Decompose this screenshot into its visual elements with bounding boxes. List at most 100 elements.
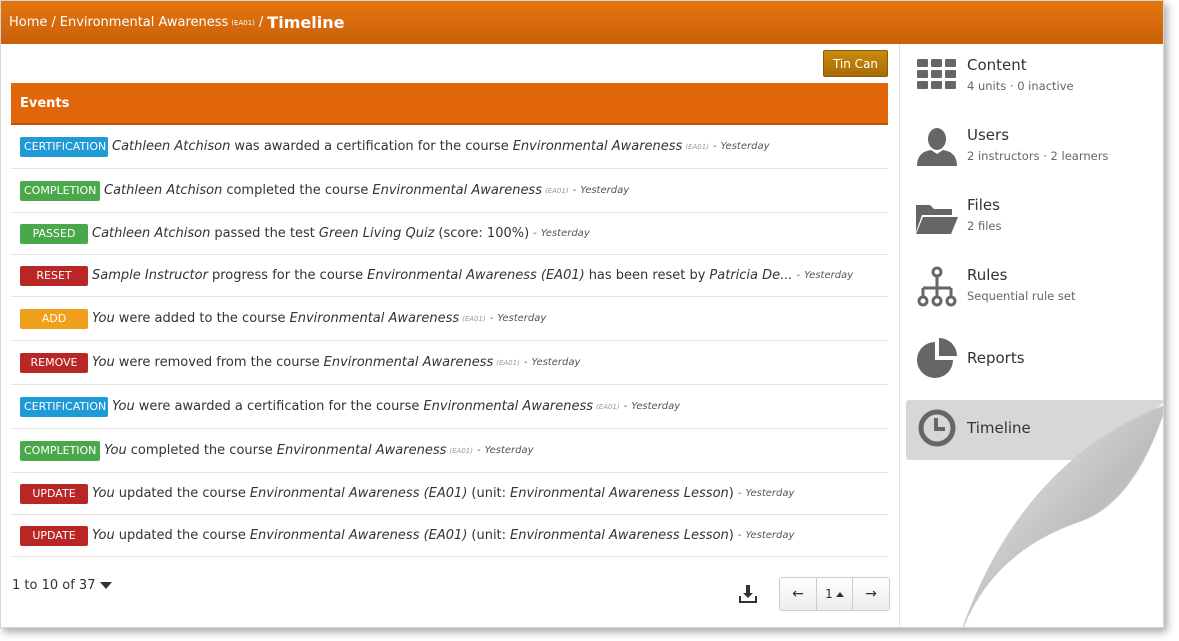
event-badge-update: UPDATE xyxy=(20,483,88,504)
breadcrumb-separator: / xyxy=(258,15,264,30)
event-actor[interactable]: You xyxy=(92,486,115,501)
event-badge-remove: REMOVE xyxy=(20,352,88,373)
sidebar-item-title: Rules xyxy=(967,266,1008,284)
grid-icon xyxy=(917,59,956,89)
event-object[interactable]: Environmental Awareness xyxy=(513,139,683,154)
tincan-button[interactable]: Tin Can xyxy=(823,50,888,77)
sidebar-item-title: Files xyxy=(967,196,1000,214)
sidebar-item-timeline[interactable]: Timeline xyxy=(915,406,1163,466)
event-text: was awarded a certification for the cour… xyxy=(234,139,509,154)
event-object[interactable]: Environmental Awareness (EA01) xyxy=(250,528,468,543)
event-actor[interactable]: You xyxy=(112,399,135,414)
event-text: progress for the course xyxy=(211,268,364,283)
event-code: (EA01) xyxy=(449,446,473,455)
event-unit[interactable]: Environmental Awareness Lesson xyxy=(510,486,729,501)
event-timestamp: Yesterday xyxy=(531,357,581,368)
event-timestamp: Yesterday xyxy=(745,530,795,541)
event-badge-certification: CERTIFICATION xyxy=(20,136,108,157)
event-actor[interactable]: You xyxy=(104,443,127,458)
sidebar-item-subtitle: 4 units · 0 inactive xyxy=(967,79,1074,93)
event-badge-reset: RESET xyxy=(20,265,88,286)
breadcrumb: Home / Environmental Awareness (EA01) / … xyxy=(1,1,1163,44)
event-badge-passed: PASSED xyxy=(20,223,88,244)
event-dash: - xyxy=(623,401,628,412)
sidebar: Content 4 units · 0 inactive Users 2 ins… xyxy=(899,44,1163,627)
event-unit[interactable]: Environmental Awareness Lesson xyxy=(510,528,729,543)
event-dash: - xyxy=(523,357,528,368)
pagination: ← 1 → xyxy=(779,577,890,611)
event-actor[interactable]: You xyxy=(92,311,115,326)
event-dash: - xyxy=(489,313,494,324)
event-actor[interactable]: You xyxy=(92,355,115,370)
sidebar-item-title: Users xyxy=(967,126,1010,144)
list-item: COMPLETION You completed the course Envi… xyxy=(11,429,888,473)
event-actor[interactable]: Cathleen Atchison xyxy=(92,226,210,241)
event-object[interactable]: Environmental Awareness xyxy=(372,183,542,198)
event-unit-open: (unit: xyxy=(471,528,507,543)
event-timestamp: Yesterday xyxy=(497,313,547,324)
page-select[interactable]: 1 xyxy=(816,578,853,610)
event-badge-certification: CERTIFICATION xyxy=(20,396,108,417)
event-code: (EA01) xyxy=(496,358,520,367)
pie-chart-icon xyxy=(917,338,957,378)
sidebar-item-reports[interactable]: Reports xyxy=(915,336,1163,396)
sidebar-item-subtitle: 2 instructors · 2 learners xyxy=(967,149,1109,163)
event-object-2[interactable]: Patricia De... xyxy=(709,268,792,283)
caret-up-icon xyxy=(835,591,844,597)
event-object[interactable]: Environmental Awareness xyxy=(277,443,447,458)
event-object[interactable]: Environmental Awareness (EA01) xyxy=(250,486,468,501)
event-dash: - xyxy=(737,488,742,499)
event-actor[interactable]: You xyxy=(92,528,115,543)
events-list: CERTIFICATION Cathleen Atchison was awar… xyxy=(11,125,888,557)
event-object[interactable]: Environmental Awareness (EA01) xyxy=(367,268,585,283)
event-badge-completion: COMPLETION xyxy=(20,180,100,201)
event-timestamp: Yesterday xyxy=(540,228,590,239)
next-page-button[interactable]: → xyxy=(853,578,889,610)
event-unit-close: ) xyxy=(728,528,734,543)
breadcrumb-course[interactable]: Environmental Awareness xyxy=(60,15,229,30)
event-badge-completion: COMPLETION xyxy=(20,440,100,461)
events-header: Events xyxy=(11,83,888,125)
sidebar-item-title: Reports xyxy=(967,349,1025,367)
current-page: 1 xyxy=(825,587,833,601)
clock-icon xyxy=(918,409,956,447)
event-text: were added to the course xyxy=(118,311,286,326)
event-object[interactable]: Environmental Awareness xyxy=(423,399,593,414)
event-text: updated the course xyxy=(118,528,246,543)
sidebar-item-subtitle: 2 files xyxy=(967,219,1002,233)
prev-page-button[interactable]: ← xyxy=(780,578,816,610)
page-size-selector[interactable]: 1 to 10 of 37 xyxy=(12,578,113,593)
main-panel: Tin Can Events CERTIFICATION Cathleen At… xyxy=(11,44,890,627)
sidebar-item-content[interactable]: Content 4 units · 0 inactive xyxy=(915,56,1163,116)
list-item: REMOVE You were removed from the course … xyxy=(11,341,888,385)
sidebar-item-files[interactable]: Files 2 files xyxy=(915,196,1163,256)
event-object[interactable]: Environmental Awareness xyxy=(324,355,494,370)
event-text: completed the course xyxy=(130,443,273,458)
event-dash: - xyxy=(796,270,801,281)
event-timestamp: Yesterday xyxy=(631,401,681,412)
event-object[interactable]: Environmental Awareness xyxy=(290,311,460,326)
event-text: completed the course xyxy=(226,183,369,198)
sidebar-item-title: Timeline xyxy=(967,419,1031,437)
event-actor[interactable]: Sample Instructor xyxy=(92,268,208,283)
event-dash: - xyxy=(476,445,481,456)
list-item: ADD You were added to the course Environ… xyxy=(11,297,888,341)
event-actor[interactable]: Cathleen Atchison xyxy=(104,183,222,198)
event-actor[interactable]: Cathleen Atchison xyxy=(112,139,230,154)
caret-down-icon xyxy=(100,582,113,589)
sidebar-item-rules[interactable]: Rules Sequential rule set xyxy=(915,266,1163,326)
event-timestamp: Yesterday xyxy=(580,185,630,196)
event-object[interactable]: Green Living Quiz xyxy=(319,226,434,241)
event-timestamp: Yesterday xyxy=(720,141,770,152)
breadcrumb-home[interactable]: Home xyxy=(9,15,47,30)
event-dash: - xyxy=(572,185,577,196)
event-badge-update: UPDATE xyxy=(20,525,88,546)
event-badge-add: ADD xyxy=(20,308,88,329)
event-text: were removed from the course xyxy=(118,355,320,370)
download-icon[interactable] xyxy=(738,584,758,604)
event-text-2: has been reset by xyxy=(588,268,706,283)
event-dash: - xyxy=(737,530,742,541)
list-item: UPDATE You updated the course Environmen… xyxy=(11,473,888,515)
list-item: COMPLETION Cathleen Atchison completed t… xyxy=(11,169,888,213)
sidebar-item-users[interactable]: Users 2 instructors · 2 learners xyxy=(915,126,1163,186)
